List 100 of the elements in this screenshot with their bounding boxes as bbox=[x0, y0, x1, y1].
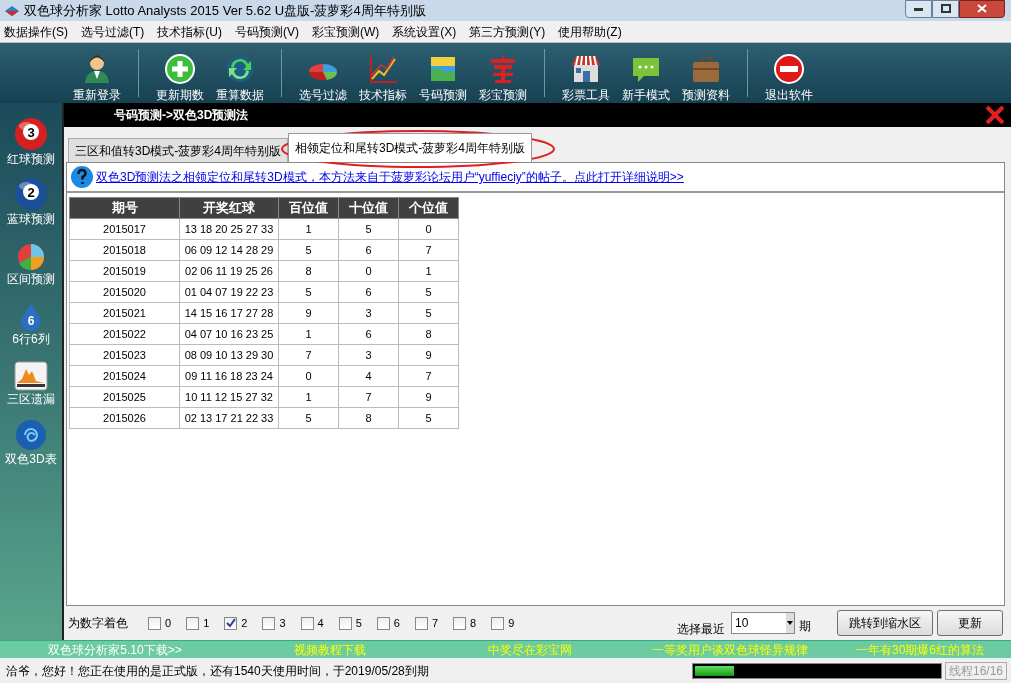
digit-checkbox[interactable]: 9 bbox=[491, 614, 515, 632]
digit-checkbox[interactable]: 8 bbox=[453, 614, 477, 632]
table-cell: 2015017 bbox=[69, 218, 180, 240]
digit-checkbox[interactable]: 1 bbox=[186, 614, 210, 632]
menu-item[interactable]: 第三方预测(Y) bbox=[469, 22, 546, 41]
digit-checkbox[interactable]: 7 bbox=[414, 614, 438, 632]
table-cell: 3 bbox=[338, 302, 399, 324]
toolbar-button[interactable]: 彩宝预测 bbox=[474, 53, 532, 102]
table-cell: 06 09 12 14 28 29 bbox=[179, 239, 279, 261]
toolbar-button[interactable]: 退出软件 bbox=[760, 53, 818, 102]
ball-icon: 2 bbox=[14, 177, 48, 211]
table-cell: 10 11 12 15 27 32 bbox=[179, 386, 279, 408]
menu-item[interactable]: 数据操作(S) bbox=[4, 22, 68, 41]
sidebar-item[interactable]: 区间预测 bbox=[7, 233, 55, 287]
table-cell: 9 bbox=[398, 344, 459, 366]
plus-icon bbox=[164, 53, 196, 85]
table-cell: 04 07 10 16 23 25 bbox=[179, 323, 279, 345]
table-cell: 8 bbox=[398, 323, 459, 345]
check-icon bbox=[225, 618, 236, 628]
menu-item[interactable]: 使用帮助(Z) bbox=[558, 22, 622, 41]
stop-icon bbox=[773, 53, 805, 85]
column-header: 个位值 bbox=[398, 197, 459, 219]
recent-dropdown[interactable]: 10 bbox=[731, 612, 795, 634]
tab[interactable]: 相领定位和尾转3D模式-菠萝彩4周年特别版 bbox=[288, 133, 533, 162]
table-cell: 13 18 20 25 27 33 bbox=[179, 218, 279, 240]
table-cell: 2015018 bbox=[69, 239, 180, 261]
sidebar-item[interactable]: 2 蓝球预测 bbox=[7, 173, 55, 227]
toolbar-button[interactable]: 号码预测 bbox=[414, 53, 472, 102]
table-cell: 6 bbox=[338, 323, 399, 345]
column-header: 期号 bbox=[69, 197, 180, 219]
toolbar-button[interactable]: 技术指标 bbox=[354, 53, 412, 102]
table-cell: 7 bbox=[398, 239, 459, 261]
table-cell: 2015025 bbox=[69, 386, 180, 408]
info-link[interactable]: 双色3D预测法之相领定位和尾转3D模式，本方法来自于菠萝彩论坛用户“yuffieciy”的帖子。点此打开详细说明>> bbox=[96, 168, 684, 186]
action-button[interactable]: 更新 bbox=[937, 610, 1003, 636]
table-cell: 6 bbox=[338, 281, 399, 303]
store-icon bbox=[570, 53, 602, 85]
digit-checkbox[interactable]: 3 bbox=[262, 614, 286, 632]
minimize-button[interactable] bbox=[905, 0, 932, 18]
close-icon[interactable] bbox=[985, 105, 1005, 125]
window-title: 双色球分析家 Lotto Analysts 2015 Ver 5.62 U盘版-菠萝彩4周年特别版 bbox=[24, 1, 427, 20]
toolbar-button[interactable]: 选号过滤 bbox=[294, 53, 352, 102]
digit-checkbox[interactable]: 4 bbox=[300, 614, 324, 632]
toolbar-button[interactable]: 重新登录 bbox=[68, 53, 126, 102]
action-button[interactable]: 跳转到缩水区 bbox=[837, 610, 933, 636]
digit-checkbox[interactable]: 5 bbox=[338, 614, 362, 632]
menu-item[interactable]: 技术指标(U) bbox=[157, 22, 222, 41]
digit-checkbox[interactable]: 0 bbox=[148, 614, 172, 632]
sidebar-item[interactable]: 6 6行6列 bbox=[12, 293, 50, 347]
table-cell: 2015020 bbox=[69, 281, 180, 303]
menu-item[interactable]: 系统设置(X) bbox=[392, 22, 457, 41]
app-icon bbox=[4, 4, 20, 17]
table-cell: 2015026 bbox=[69, 407, 180, 429]
ball-icon: 3 bbox=[14, 117, 48, 151]
table-cell: 5 bbox=[338, 218, 399, 240]
maximize-icon bbox=[940, 4, 951, 13]
color-digits-label: 为数字着色 bbox=[68, 615, 128, 632]
table-cell: 7 bbox=[338, 386, 399, 408]
table-cell: 2015024 bbox=[69, 365, 180, 387]
tab[interactable]: 三区和值转3D模式-菠萝彩4周年特别版 bbox=[68, 138, 288, 162]
table-cell: 0 bbox=[278, 365, 339, 387]
menu-item[interactable]: 彩宝预测(W) bbox=[312, 22, 380, 41]
table-cell: 2015023 bbox=[69, 344, 180, 366]
caret-icon bbox=[786, 613, 794, 633]
recent-label: 选择最近 bbox=[677, 621, 725, 638]
table-cell: 2015022 bbox=[69, 323, 180, 345]
table-cell: 02 13 17 21 22 33 bbox=[179, 407, 279, 429]
table-cell: 0 bbox=[338, 260, 399, 282]
sidebar-item[interactable]: 双色3D表 bbox=[5, 413, 57, 467]
maximize-button[interactable] bbox=[932, 0, 959, 18]
toolbar-button[interactable]: 新手模式 bbox=[617, 53, 675, 102]
toolbar-button[interactable]: 预测资料 bbox=[677, 53, 735, 102]
recent-unit: 期 bbox=[799, 618, 811, 635]
menu-item[interactable]: 号码预测(V) bbox=[235, 22, 299, 41]
table-cell: 7 bbox=[278, 344, 339, 366]
toolbar-button[interactable]: 彩票工具 bbox=[557, 53, 615, 102]
line-chart-icon bbox=[367, 53, 399, 85]
table-cell: 09 11 16 18 23 24 bbox=[179, 365, 279, 387]
table-cell: 08 09 10 13 29 30 bbox=[179, 344, 279, 366]
digit-checkbox[interactable]: 6 bbox=[376, 614, 400, 632]
table-cell: 5 bbox=[278, 281, 339, 303]
sidebar-item[interactable]: 三区遗漏 bbox=[7, 353, 55, 407]
table-cell: 4 bbox=[338, 365, 399, 387]
table-cell: 3 bbox=[338, 344, 399, 366]
table-cell: 0 bbox=[398, 218, 459, 240]
close-button[interactable] bbox=[959, 0, 1005, 18]
sidebar-item[interactable]: 3 红球预测 bbox=[7, 113, 55, 167]
toolbar-button[interactable]: 重算数据 bbox=[211, 53, 269, 102]
column-header: 开奖红球 bbox=[179, 197, 279, 219]
toolbar-button[interactable]: 更新期数 bbox=[151, 53, 209, 102]
digit-checkbox[interactable]: 2 bbox=[224, 614, 248, 632]
table-cell: 02 06 11 19 25 26 bbox=[179, 260, 279, 282]
table-cell: 01 04 07 19 22 23 bbox=[179, 281, 279, 303]
menu-item[interactable]: 选号过滤(T) bbox=[81, 22, 145, 41]
help-icon bbox=[70, 165, 94, 189]
table-cell: 2015021 bbox=[69, 302, 180, 324]
table-cell: 9 bbox=[278, 302, 339, 324]
thread-label: 线程16/16 bbox=[944, 661, 1007, 680]
table-cell: 5 bbox=[398, 281, 459, 303]
minimize-icon bbox=[914, 6, 923, 11]
